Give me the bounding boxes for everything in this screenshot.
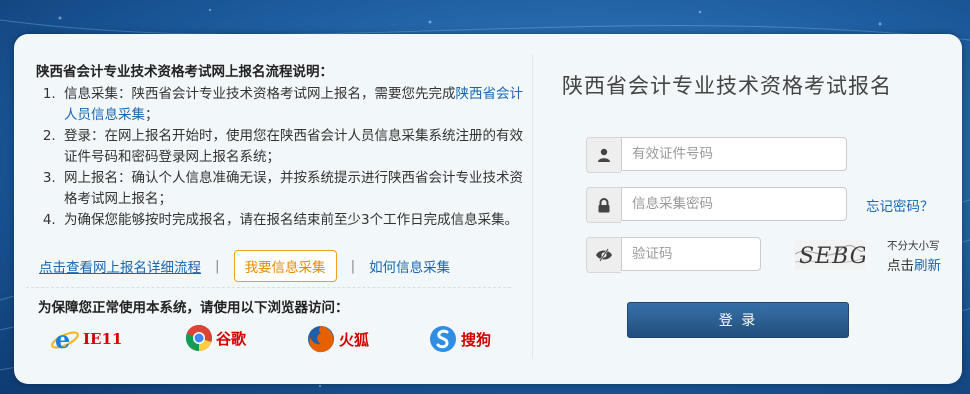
firefox-icon <box>308 326 334 353</box>
captcha-image[interactable]: SEBG <box>795 240 865 270</box>
browser-name: 谷歌 <box>216 329 247 348</box>
step-text: 为确保您能够按时完成报名，请在报名结束前至少3个工作日完成信息采集。 <box>64 212 519 228</box>
instructions-title: 陕西省会计专业技术资格考试网上报名流程说明： <box>36 64 333 80</box>
browser-name: 搜狗 <box>461 330 492 349</box>
ie-icon: e <box>51 325 79 354</box>
instructions-section: 陕西省会计专业技术资格考试网上报名流程说明： 信息采集：陕西省会计专业技术资格考… <box>36 60 526 231</box>
step-text: 网上报名：确认个人信息准确无误，并按系统提示进行陕西省会计专业技术资格考试网上报… <box>64 170 523 207</box>
case-insensitive-note: 不分大小写 <box>887 240 940 252</box>
password-input[interactable] <box>621 187 847 221</box>
chrome-icon <box>185 324 212 352</box>
id-number-input[interactable] <box>621 137 847 171</box>
section-divider <box>26 287 511 288</box>
link-separator: | <box>215 258 220 274</box>
collect-info-button[interactable]: 我要信息采集 <box>233 250 337 282</box>
step-text-end: ； <box>145 107 159 123</box>
lock-icon <box>586 187 621 223</box>
user-icon <box>586 137 621 173</box>
step-item: 为确保您能够按时完成报名，请在报名结束前至少3个工作日完成信息采集。 <box>60 210 526 231</box>
how-collect-link[interactable]: 如何信息采集 <box>369 256 450 276</box>
captcha-input[interactable] <box>621 237 761 271</box>
step-text: 信息采集：陕西省会计专业技术资格考试网上报名，需要您先完成 <box>64 86 456 102</box>
vertical-divider <box>532 54 533 359</box>
quick-links: 点击查看网上报名详细流程 | 我要信息采集 | 如何信息采集 <box>39 250 529 282</box>
instructions-steps: 信息采集：陕西省会计专业技术资格考试网上报名，需要您先完成陕西省会计人员信息采集… <box>36 84 526 231</box>
sogou-icon <box>430 326 456 352</box>
login-panel: 陕西省会计专业技术资格考试网上报名流程说明： 信息采集：陕西省会计专业技术资格考… <box>14 34 962 384</box>
browser-chrome: 谷歌 <box>185 324 246 352</box>
password-row <box>586 187 847 223</box>
step-item: 信息采集：陕西省会计专业技术资格考试网上报名，需要您先完成陕西省会计人员信息采集… <box>60 84 526 126</box>
detail-flow-link[interactable]: 点击查看网上报名详细流程 <box>39 256 201 276</box>
step-item: 登录：在网上报名开始时，使用您在陕西省会计人员信息采集系统注册的有效证件号码和密… <box>60 126 526 168</box>
browser-firefox: 火狐 <box>306 324 369 354</box>
browser-sogou: 搜狗 <box>428 324 491 354</box>
login-button[interactable]: 登 录 <box>627 302 849 338</box>
refresh-captcha: 点击刷新 <box>887 254 941 274</box>
form-title: 陕西省会计专业技术资格考试报名 <box>562 74 892 98</box>
svg-text:e: e <box>55 325 70 354</box>
step-text: 登录：在网上报名开始时，使用您在陕西省会计人员信息采集系统注册的有效证件号码和密… <box>64 128 523 165</box>
browser-list: e IE11 谷歌 火狐 搜狗 <box>50 324 500 356</box>
browser-notice: 为保障您正常使用本系统，请使用以下浏览器访问： <box>38 300 349 316</box>
login-form: 陕西省会计专业技术资格考试报名 忘记密码？ SEBG 不分大小 <box>544 34 962 384</box>
forgot-password-link[interactable]: 忘记密码？ <box>866 195 934 215</box>
link-separator: | <box>350 258 356 274</box>
svg-text:SEBG: SEBG <box>799 244 865 269</box>
step-item: 网上报名：确认个人信息准确无误，并按系统提示进行陕西省会计专业技术资格考试网上报… <box>60 168 526 210</box>
browser-ie: e IE11 <box>50 324 122 354</box>
refresh-prefix: 点击 <box>887 258 914 274</box>
refresh-link[interactable]: 刷新 <box>914 258 941 274</box>
captcha-row <box>586 237 761 273</box>
browser-name: IE11 <box>83 330 123 348</box>
eye-slash-icon <box>586 237 621 273</box>
browser-name: 火狐 <box>339 330 370 349</box>
id-number-row <box>586 137 847 173</box>
